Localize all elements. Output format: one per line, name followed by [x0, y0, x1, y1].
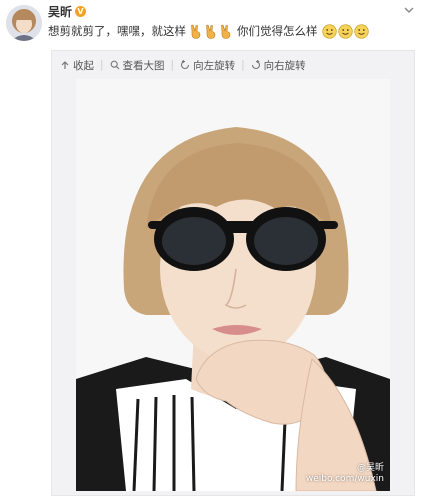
verified-badge-icon: V — [75, 6, 87, 17]
toolbar-divider: | — [241, 59, 245, 71]
avatar-image — [6, 5, 42, 41]
watermark-url: weibo.com/wuxin — [305, 474, 384, 484]
victory-hand-icon — [206, 24, 216, 39]
photo-toolbar: 收起 | 查看大图 | 向左旋转 | 向右旋转 — [60, 57, 306, 73]
portrait-illustration — [76, 79, 390, 491]
username[interactable]: 吴昕 V — [48, 3, 87, 20]
smile-emoji-group — [321, 23, 369, 39]
chevron-down-icon[interactable] — [403, 4, 415, 16]
collapse-button[interactable]: 收起 — [60, 58, 94, 73]
post-text-part1: 想剪就剪了，嘿嘿，就这样 — [48, 24, 186, 38]
smile-face-icon — [353, 23, 369, 39]
toolbar-divider: | — [170, 59, 175, 71]
collapse-label: 收起 — [73, 59, 94, 72]
avatar[interactable] — [6, 5, 42, 41]
victory-emoji-group — [189, 24, 234, 39]
rotate-right-label: 向右旋转 — [263, 59, 306, 72]
post-text-part2: 你们觉得怎么样 — [237, 24, 318, 38]
smile-face-icon — [321, 23, 337, 39]
rotate-right-icon — [251, 60, 260, 70]
zoom-icon — [110, 60, 119, 70]
view-large-button[interactable]: 查看大图 — [110, 58, 165, 73]
rotate-left-button[interactable]: 向左旋转 — [180, 58, 235, 73]
collapse-icon — [61, 61, 69, 69]
victory-hand-icon — [221, 24, 231, 39]
watermark-handle: @吴昕 — [356, 463, 384, 473]
toolbar-divider: | — [100, 59, 104, 71]
victory-hand-icon — [191, 24, 201, 39]
media-box: 收起 | 查看大图 | 向左旋转 | 向右旋转 @吴昕 weibo.com/wu… — [51, 50, 415, 496]
view-large-label: 查看大图 — [122, 59, 165, 72]
post-text: 想剪就剪了，嘿嘿，就这样 你们觉得怎么样 — [48, 23, 372, 39]
username-text[interactable]: 吴昕 — [48, 3, 72, 20]
post-photo[interactable]: @吴昕 weibo.com/wuxin — [76, 79, 390, 491]
smile-face-icon — [337, 23, 353, 39]
rotate-left-label: 向左旋转 — [193, 59, 236, 72]
rotate-left-icon — [181, 60, 190, 70]
watermark: @吴昕 weibo.com/wuxin — [306, 463, 384, 485]
rotate-right-button[interactable]: 向右旋转 — [251, 58, 306, 73]
